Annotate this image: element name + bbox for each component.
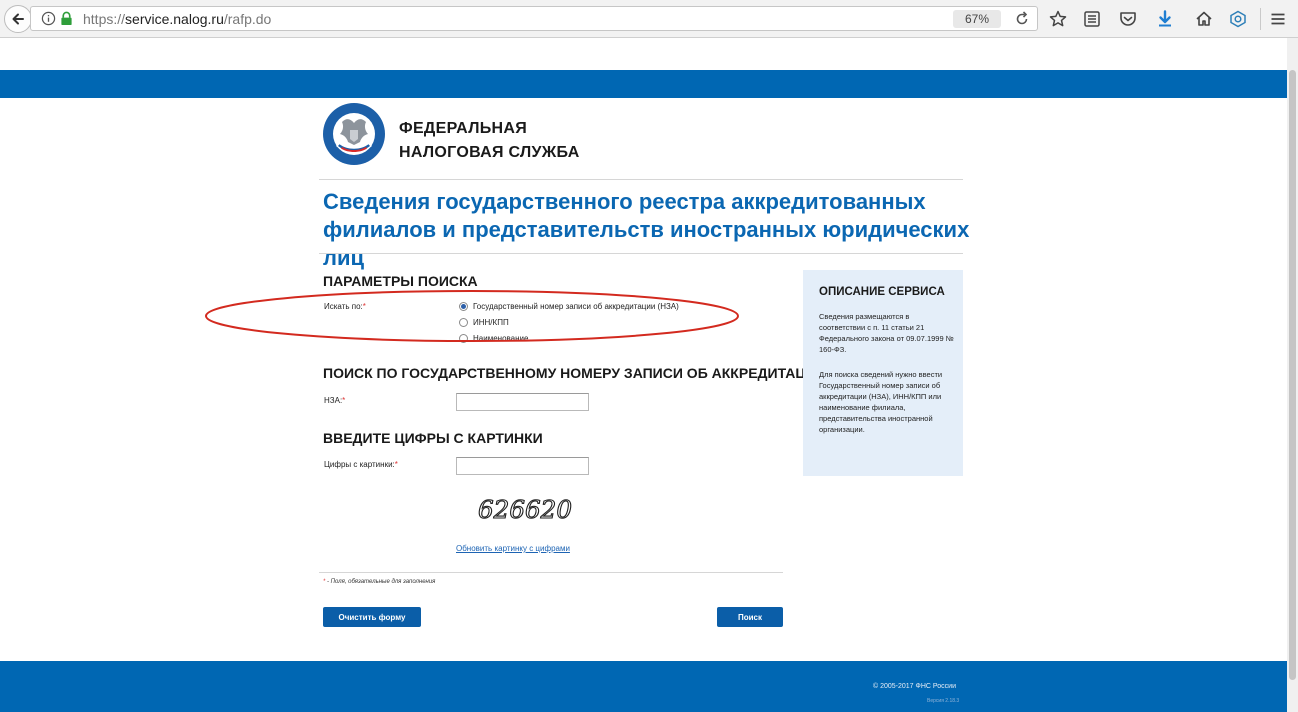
service-description-text-1: Сведения размещаются в соответствии с п.… — [819, 312, 954, 354]
scrollbar-thumb[interactable] — [1289, 70, 1296, 680]
page-viewport: ФЕДЕРАЛЬНАЯ НАЛОГОВАЯ СЛУЖБА Сведения го… — [0, 38, 1298, 712]
version-text: Версия 2.18.3 — [927, 698, 960, 704]
zoom-level[interactable]: 67% — [953, 10, 1001, 28]
footer: © 2005-2017 ФНС России Версия 2.18.3 — [0, 661, 1287, 712]
url-text[interactable]: https://service.nalog.ru/rafp.do — [83, 11, 271, 27]
captcha-input[interactable] — [456, 457, 589, 475]
captcha-digits: 626620 — [478, 496, 572, 524]
address-bar[interactable]: https://service.nalog.ru/rafp.do 67% — [30, 6, 1038, 31]
refresh-captcha-link[interactable]: Обновить картинку с цифрами — [456, 544, 570, 553]
copyright-text: © 2005-2017 ФНС России — [873, 683, 956, 690]
arrow-left-icon — [12, 13, 24, 25]
top-banner — [0, 70, 1287, 98]
pocket-icon[interactable] — [1118, 9, 1138, 29]
star-icon[interactable] — [1048, 9, 1068, 29]
header-divider-top — [319, 179, 963, 180]
reading-list-icon[interactable] — [1082, 9, 1102, 29]
download-icon[interactable] — [1155, 9, 1175, 29]
menu-icon[interactable] — [1268, 9, 1288, 29]
page-title: Сведения государственного реестра аккред… — [323, 189, 970, 270]
search-button[interactable]: Поиск — [717, 607, 783, 627]
lock-icon[interactable] — [60, 11, 73, 26]
search-params-title: ПАРАМЕТРЫ ПОИСКА — [323, 273, 478, 289]
service-description-box: ОПИСАНИЕ СЕРВИСА Сведения размещаются в … — [803, 270, 963, 476]
org-name-line-2: НАЛОГОВАЯ СЛУЖБА — [399, 144, 580, 161]
header-divider-bottom — [319, 253, 963, 254]
nza-field-label: НЗА:* — [324, 396, 346, 405]
reload-icon[interactable] — [1013, 10, 1031, 28]
toolbar-separator — [1260, 8, 1261, 30]
captcha-image: 626620 — [477, 495, 572, 524]
nza-input[interactable] — [456, 393, 589, 411]
service-description-title: ОПИСАНИЕ СЕРВИСА — [819, 286, 945, 298]
info-icon[interactable] — [41, 11, 56, 26]
annotation-ellipse — [205, 290, 739, 342]
clear-form-button[interactable]: Очистить форму — [323, 607, 421, 627]
required-fields-hint: * - Поля, обязательные для заполнения — [323, 579, 436, 585]
extension-icon[interactable] — [1228, 9, 1248, 29]
organization-name: ФЕДЕРАЛЬНАЯ НАЛОГОВАЯ СЛУЖБА — [399, 117, 580, 165]
home-icon[interactable] — [1194, 9, 1214, 29]
service-description-text-2: Для поиска сведений нужно ввести Государ… — [819, 370, 943, 434]
browser-toolbar: https://service.nalog.ru/rafp.do 67% — [0, 0, 1298, 38]
captcha-section-title: ВВЕДИТЕ ЦИФРЫ С КАРТИНКИ — [323, 430, 543, 446]
org-name-line-1: ФЕДЕРАЛЬНАЯ — [399, 120, 528, 137]
back-button[interactable] — [4, 5, 32, 33]
nza-section-title: ПОИСК ПО ГОСУДАРСТВЕННОМУ НОМЕРУ ЗАПИСИ … — [323, 365, 868, 381]
captcha-field-label: Цифры с картинки:* — [324, 460, 398, 469]
fns-emblem-logo[interactable] — [322, 102, 386, 166]
form-divider — [319, 572, 783, 573]
